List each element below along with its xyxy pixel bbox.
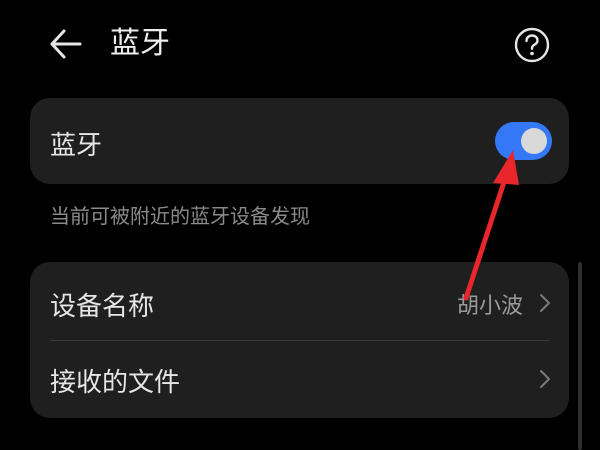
- bluetooth-card: 蓝牙: [30, 98, 569, 184]
- visibility-hint: 当前可被附近的蓝牙设备发现: [50, 204, 310, 228]
- received-files-row[interactable]: 接收的文件: [30, 340, 569, 418]
- help-button[interactable]: [513, 26, 551, 64]
- device-name-label: 设备名称: [50, 292, 155, 322]
- bluetooth-label: 蓝牙: [50, 131, 103, 161]
- back-button[interactable]: [44, 24, 88, 64]
- question-circle-icon: [514, 27, 550, 63]
- device-card: 设备名称 胡小波 接收的文件: [30, 262, 569, 418]
- app-header: 蓝牙: [0, 0, 600, 90]
- arrow-left-icon: [50, 29, 82, 59]
- bluetooth-toggle[interactable]: [495, 122, 552, 160]
- page-title: 蓝牙: [110, 26, 170, 61]
- toggle-knob: [521, 128, 547, 154]
- scrollbar[interactable]: [578, 262, 582, 450]
- received-files-label: 接收的文件: [50, 368, 181, 398]
- device-name-value: 胡小波: [456, 294, 523, 319]
- chevron-right-icon: [540, 370, 550, 388]
- device-name-row[interactable]: 设备名称 胡小波: [30, 262, 569, 341]
- chevron-right-icon: [540, 294, 550, 312]
